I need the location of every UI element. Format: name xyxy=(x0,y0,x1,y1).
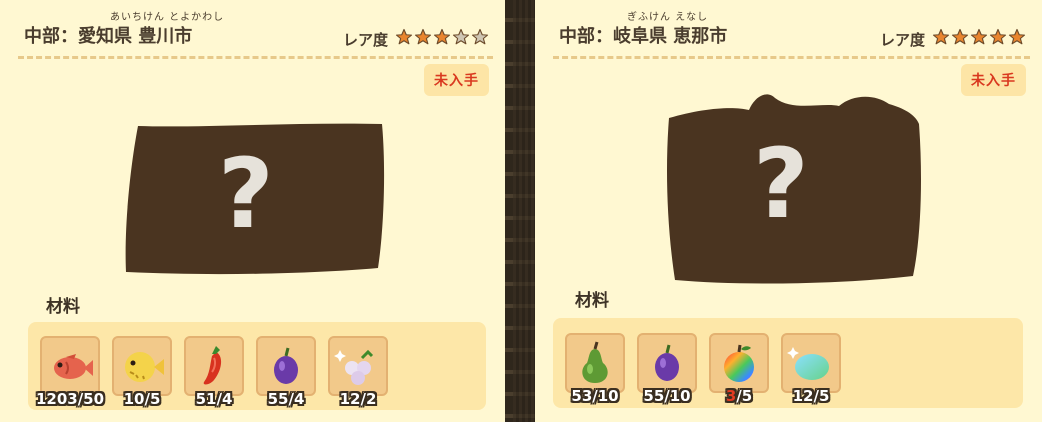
star-empty-icon xyxy=(471,28,489,45)
question-mark-icon: ? xyxy=(753,128,809,240)
star-filled-icon xyxy=(932,28,950,45)
material-count-need: /5 xyxy=(736,387,753,405)
rarity: レア度 xyxy=(880,28,1026,50)
divider-line xyxy=(18,56,493,59)
star-filled-icon xyxy=(970,28,988,45)
material-chili[interactable]: 51/4 xyxy=(184,336,244,408)
star-filled-icon xyxy=(951,28,969,45)
material-count-have: 3 xyxy=(725,387,737,405)
materials-tray: 53/10 55/10 3/5 12/5 xyxy=(553,318,1023,408)
divider-line xyxy=(553,56,1030,59)
rarity-label: レア度 xyxy=(879,30,925,49)
material-count: 53/10 xyxy=(571,387,619,405)
card-header: あいちけん とよかわし 中部：愛知県 豊川市 レア度 xyxy=(24,8,489,52)
question-mark-icon: ? xyxy=(218,138,274,250)
rarity-stars xyxy=(394,28,489,50)
star-filled-icon xyxy=(395,28,413,45)
material-pear[interactable]: 53/10 xyxy=(565,333,625,405)
material-plum[interactable]: 55/10 xyxy=(637,333,697,405)
material-count: 12/5 xyxy=(792,387,830,405)
material-fish[interactable]: 1203/50 xyxy=(36,336,104,408)
region-title: 中部：岐阜県 恵那市 xyxy=(559,22,727,48)
region-prefix: 中部： xyxy=(559,26,613,47)
material-rainbow-apple[interactable]: 3/5 xyxy=(709,333,769,405)
grapes-icon xyxy=(334,349,374,385)
region-name: 岐阜県 恵那市 xyxy=(613,26,728,47)
region-ruby: あいちけん とよかわし xyxy=(110,12,225,23)
star-empty-icon xyxy=(452,28,470,45)
material-lemon[interactable]: 12/5 xyxy=(781,333,841,405)
star-filled-icon xyxy=(989,28,1007,45)
material-pufferfish[interactable]: 10/5 xyxy=(112,336,172,408)
material-plum[interactable]: 55/4 xyxy=(256,336,316,408)
material-count: 12/2 xyxy=(339,390,377,408)
star-filled-icon xyxy=(433,28,451,45)
materials-title: 材料 xyxy=(46,297,80,317)
region-name: 愛知県 豊川市 xyxy=(78,26,193,47)
plum-icon xyxy=(274,347,298,384)
material-count: 10/5 xyxy=(123,390,161,408)
materials-tray: 1203/50 10/5 51/4 55/4 12/2 xyxy=(28,322,486,410)
rarity: レア度 xyxy=(343,28,489,50)
area-card-left[interactable]: あいちけん とよかわし 中部：愛知県 豊川市 レア度 未入手 ? 材料 1203… xyxy=(0,0,505,422)
fish-icon xyxy=(54,354,93,379)
status-badge: 未入手 xyxy=(424,64,489,96)
rarity-stars xyxy=(931,28,1026,50)
material-count: 3/5 xyxy=(726,387,752,405)
pear-icon xyxy=(582,341,608,383)
card-header: ぎふけん えなし 中部：岐阜県 恵那市 レア度 xyxy=(559,8,1026,52)
star-filled-icon xyxy=(1008,28,1026,45)
material-count: 1203/50 xyxy=(35,390,105,408)
rainbow-apple-icon xyxy=(724,344,754,382)
rarity-label: レア度 xyxy=(342,30,388,49)
pufferfish-icon xyxy=(125,352,164,382)
chili-pepper-icon xyxy=(203,346,222,385)
region-title: 中部：愛知県 豊川市 xyxy=(24,22,192,48)
plum-icon xyxy=(655,344,679,381)
materials-title: 材料 xyxy=(575,291,609,311)
material-count: 55/4 xyxy=(267,390,305,408)
lemon-icon xyxy=(787,347,829,380)
region-prefix: 中部： xyxy=(24,26,78,47)
status-badge: 未入手 xyxy=(961,64,1026,96)
area-card-right[interactable]: ぎふけん えなし 中部：岐阜県 恵那市 レア度 未入手 ? 材料 53/10 5… xyxy=(535,0,1042,422)
material-grapes[interactable]: 12/2 xyxy=(328,336,388,408)
material-count: 55/10 xyxy=(643,387,691,405)
material-count: 51/4 xyxy=(195,390,233,408)
region-ruby: ぎふけん えなし xyxy=(627,12,709,23)
star-filled-icon xyxy=(414,28,432,45)
